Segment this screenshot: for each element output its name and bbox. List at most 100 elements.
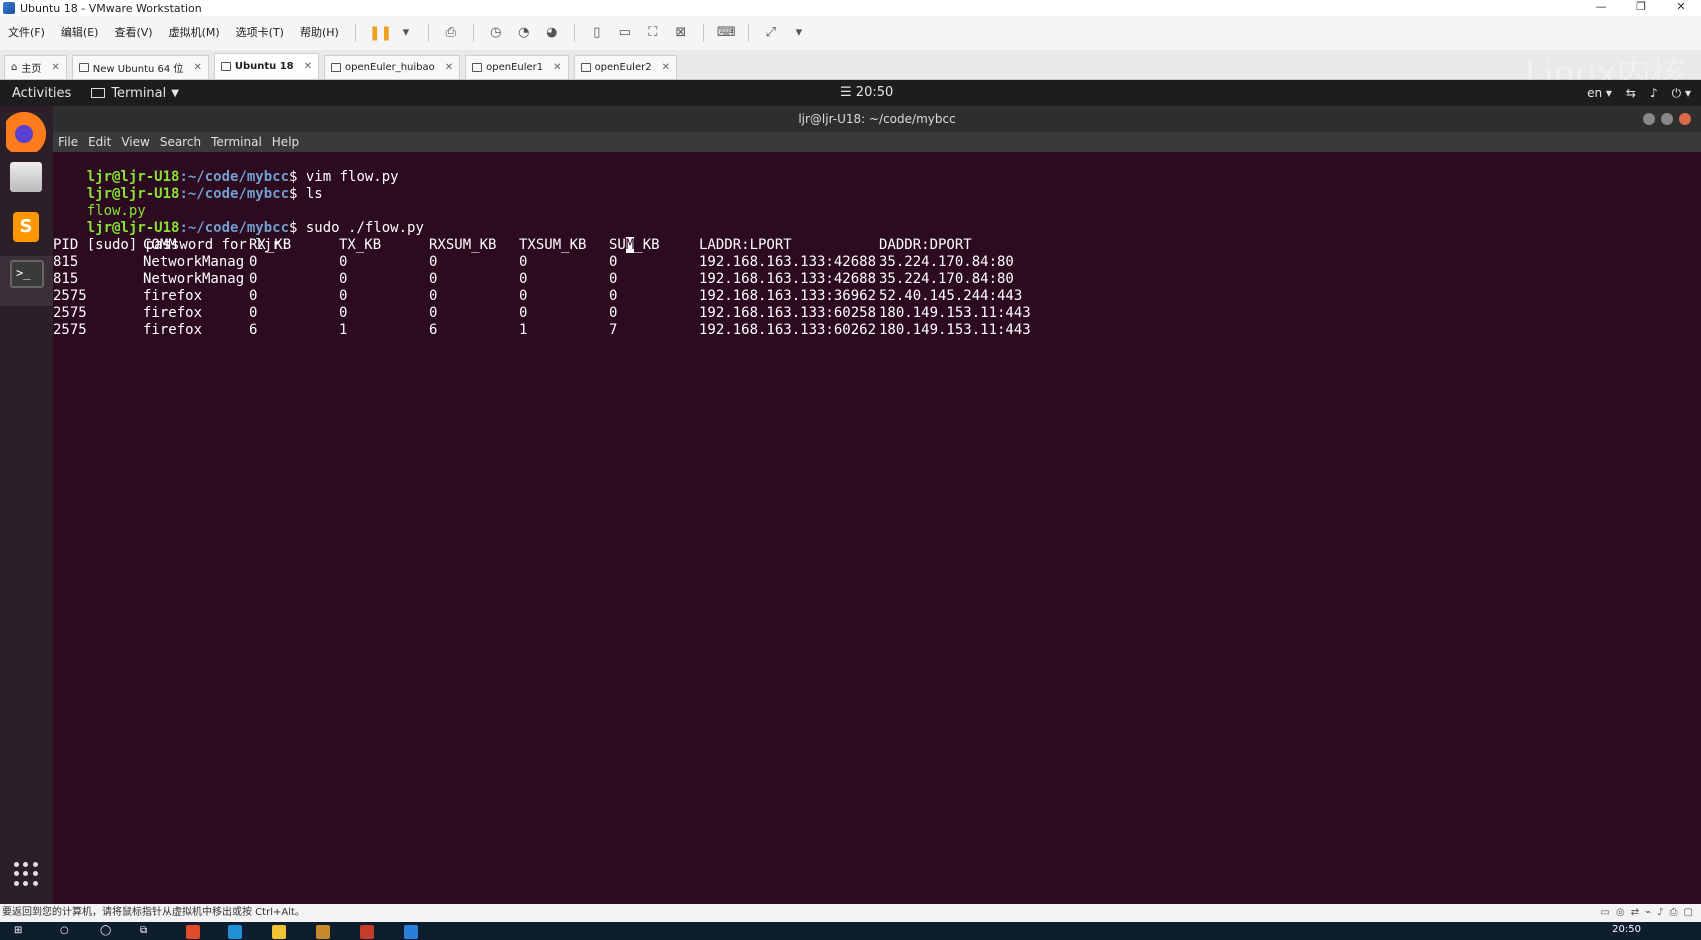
- network-adapter-icon[interactable]: ⇄: [1631, 904, 1639, 922]
- dropdown-arrow-icon[interactable]: ▾: [397, 25, 415, 41]
- tab-close-icon[interactable]: ✕: [553, 62, 561, 73]
- minimize-icon[interactable]: [1643, 113, 1655, 125]
- table-cell: 2575: [53, 322, 87, 338]
- fullscreen-icon[interactable]: ⛶: [644, 25, 662, 41]
- maximize-icon[interactable]: [1661, 113, 1673, 125]
- table-header-cell: RX_KB: [249, 237, 292, 253]
- close-icon[interactable]: [1679, 113, 1691, 125]
- thumbnail-icon[interactable]: ▭: [616, 25, 634, 41]
- clock[interactable]: ☰ 20:50: [840, 80, 893, 106]
- menu-edit[interactable]: Edit: [88, 135, 111, 149]
- cortana-icon[interactable]: ◯: [100, 925, 114, 939]
- search-icon[interactable]: ○: [60, 925, 74, 939]
- vm-icon: [331, 63, 342, 72]
- sound-icon[interactable]: ♪: [1657, 904, 1663, 922]
- sublime-text-icon[interactable]: S: [13, 212, 39, 242]
- menu-help[interactable]: 帮助(H): [292, 16, 347, 50]
- send-keys-icon[interactable]: ⎙: [442, 25, 460, 41]
- volume-icon[interactable]: ♪: [1650, 80, 1658, 106]
- table-cell: 0: [249, 288, 258, 304]
- window-controls: — ❐ ✕: [1581, 0, 1701, 16]
- network-icon[interactable]: ⇆: [1626, 80, 1636, 106]
- cd-icon[interactable]: ◎: [1616, 904, 1625, 922]
- app-menu[interactable]: Terminal ▼: [91, 86, 179, 101]
- unity-icon[interactable]: ⊠: [672, 25, 690, 41]
- tab-openeuler-huibao[interactable]: openEuler_huibao ✕: [324, 55, 461, 79]
- toolbar-separator: [427, 24, 429, 42]
- files-icon[interactable]: [10, 162, 42, 192]
- terminal-line: [sudo] password for ljr:: [53, 220, 289, 253]
- menu-edit[interactable]: 编辑(E): [53, 16, 107, 50]
- menu-search[interactable]: Search: [160, 135, 201, 149]
- dropdown-arrow-icon[interactable]: ▾: [790, 25, 808, 41]
- tab-home[interactable]: ⌂ 主页 ✕: [4, 55, 67, 79]
- table-cell: 7: [609, 322, 618, 338]
- snapshot-manager-icon[interactable]: ◕: [543, 25, 561, 41]
- tab-ubuntu-18[interactable]: Ubuntu 18 ✕: [213, 53, 320, 79]
- revert-snapshot-icon[interactable]: ◔: [515, 25, 533, 41]
- menu-terminal[interactable]: Terminal: [211, 135, 262, 149]
- table-cell: 0: [339, 271, 348, 287]
- calendar-icon: ☰: [840, 85, 856, 100]
- console-icon[interactable]: ⌨: [717, 25, 736, 41]
- sidebar-toggle-icon[interactable]: ▯: [588, 25, 606, 41]
- menu-file[interactable]: 文件(F): [0, 16, 53, 50]
- tab-close-icon[interactable]: ✕: [193, 62, 201, 73]
- table-cell: 0: [339, 254, 348, 270]
- usb-icon[interactable]: ⌁: [1645, 904, 1651, 922]
- menu-vm[interactable]: 虚拟机(M): [161, 16, 228, 50]
- tab-label: New Ubuntu 64 位: [92, 64, 184, 75]
- snapshot-icon[interactable]: ◷: [487, 25, 505, 41]
- table-cell: 6: [429, 322, 438, 338]
- edge-icon[interactable]: [228, 925, 242, 939]
- file-explorer-icon[interactable]: [272, 925, 286, 939]
- tab-openeuler1[interactable]: openEuler1 ✕: [465, 55, 569, 79]
- table-cell: 192.168.163.133:60262: [699, 322, 877, 338]
- show-applications-icon[interactable]: [14, 862, 38, 886]
- vm-icon: [472, 63, 483, 72]
- tab-label: openEuler_huibao: [345, 62, 435, 73]
- hdd-icon[interactable]: ▭: [1601, 904, 1610, 922]
- display-icon[interactable]: ▢: [1684, 904, 1693, 922]
- menu-view[interactable]: 查看(V): [106, 16, 160, 50]
- table-cell: 0: [429, 288, 438, 304]
- tab-close-icon[interactable]: ✕: [51, 62, 59, 73]
- tab-close-icon[interactable]: ✕: [662, 62, 670, 73]
- table-cell: 815: [53, 271, 79, 287]
- powerpoint-icon[interactable]: [360, 925, 374, 939]
- firefox-icon[interactable]: [6, 112, 46, 152]
- close-icon[interactable]: ✕: [1661, 0, 1701, 16]
- table-cell: 180.149.153.11:443: [879, 322, 1031, 338]
- task-view-icon[interactable]: ⧉: [140, 925, 154, 939]
- window-title: Ubuntu 18 - VMware Workstation: [20, 1, 202, 15]
- terminal-output[interactable]: ljr@ljr-U18:~/code/mybcc$ vim flow.py lj…: [53, 152, 1701, 904]
- terminal-icon[interactable]: >_: [10, 260, 44, 288]
- taskbar-clock[interactable]: 20:50: [1612, 924, 1641, 935]
- status-text: 要返回到您的计算机，请将鼠标指针从虚拟机中移出或按 Ctrl+Alt。: [2, 907, 305, 918]
- table-cell: 0: [519, 305, 528, 321]
- table-cell: 0: [609, 305, 618, 321]
- table-header-cell: TXSUM_KB: [519, 237, 587, 253]
- table-cell: 192.168.163.133:60258: [699, 305, 877, 321]
- store-icon[interactable]: [404, 925, 418, 939]
- activities-button[interactable]: Activities: [0, 86, 83, 101]
- printer-icon[interactable]: ⎙: [1670, 904, 1678, 922]
- language-indicator[interactable]: en ▾: [1587, 80, 1612, 106]
- pause-icon[interactable]: ❚❚: [369, 25, 392, 41]
- menu-help[interactable]: Help: [272, 135, 299, 149]
- tab-close-icon[interactable]: ✕: [304, 61, 312, 72]
- windows-start-icon[interactable]: ⊞: [14, 925, 28, 939]
- tab-new-ubuntu[interactable]: New Ubuntu 64 位 ✕: [71, 55, 209, 79]
- prompt-path: :~/code/mybcc: [179, 186, 290, 202]
- menu-tabs[interactable]: 选项卡(T): [228, 16, 292, 50]
- chrome-icon[interactable]: [186, 925, 200, 939]
- power-icon[interactable]: ⏻ ▾: [1672, 80, 1691, 106]
- tab-close-icon[interactable]: ✕: [445, 62, 453, 73]
- minimize-icon[interactable]: —: [1581, 0, 1621, 16]
- vmware-taskbar-icon[interactable]: [316, 925, 330, 939]
- restore-icon[interactable]: ❐: [1621, 0, 1661, 16]
- menu-file[interactable]: File: [58, 135, 78, 149]
- tab-openeuler2[interactable]: openEuler2 ✕: [573, 55, 677, 79]
- stretch-icon[interactable]: ⤢: [762, 25, 780, 41]
- menu-view[interactable]: View: [121, 135, 149, 149]
